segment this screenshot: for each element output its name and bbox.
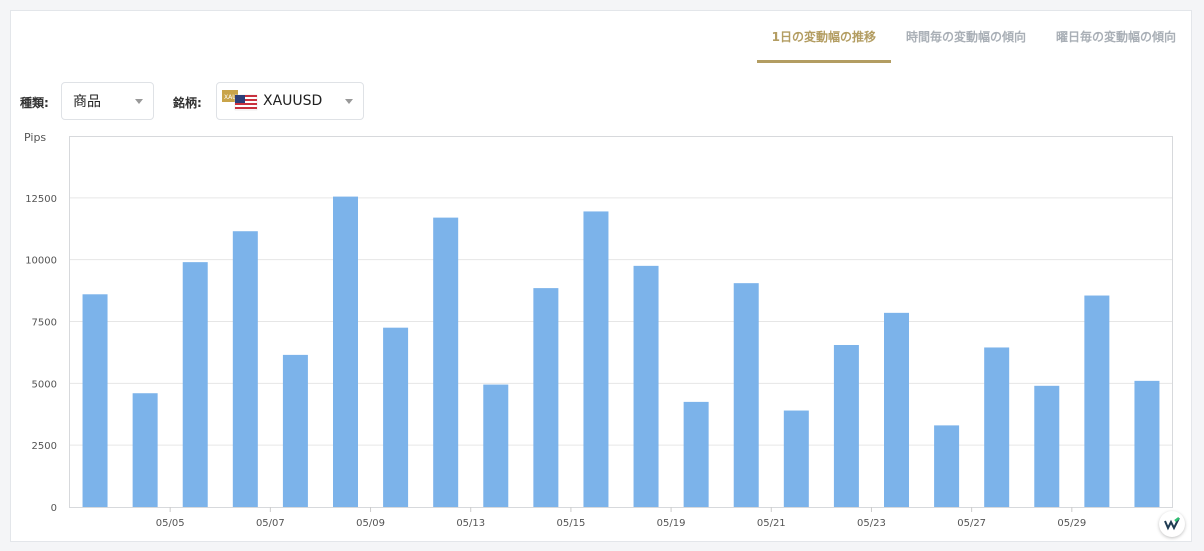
y-tick-label: 5000 xyxy=(32,379,57,390)
y-tick-label: 0 xyxy=(51,503,57,514)
bar-05-12[interactable] xyxy=(433,217,459,507)
bar-05-29[interactable] xyxy=(1084,295,1110,507)
bar-05-21[interactable] xyxy=(783,410,809,507)
bar-05-19[interactable] xyxy=(683,401,709,507)
x-tick-label: 05/15 xyxy=(556,518,585,529)
x-tick-label: 05/13 xyxy=(456,518,485,529)
bar-05-27[interactable] xyxy=(984,347,1010,507)
bar-05-26[interactable] xyxy=(934,425,960,507)
bar-05-14[interactable] xyxy=(533,288,559,507)
bar-05-16[interactable] xyxy=(633,265,659,507)
chart-panel: 1日の変動幅の推移 時間毎の変動幅の傾向 曜日毎の変動幅の傾向 種類: 商品 銘… xyxy=(10,10,1192,542)
bar-05-22[interactable] xyxy=(833,344,859,507)
y-tick-label: 12500 xyxy=(25,194,57,205)
y-tick-label: 2500 xyxy=(32,441,57,452)
bar-05-30[interactable] xyxy=(1134,380,1160,507)
x-tick-label: 05/29 xyxy=(1057,518,1086,529)
x-tick-label: 05/23 xyxy=(857,518,886,529)
bar-05-15[interactable] xyxy=(583,211,609,508)
widget-logo-icon[interactable] xyxy=(1159,511,1185,537)
bar-05-07[interactable] xyxy=(282,354,308,507)
bar-05-20[interactable] xyxy=(733,283,759,507)
bar-05-03[interactable] xyxy=(132,393,158,507)
bar-05-09[interactable] xyxy=(383,327,409,507)
bar-chart: 0 2500 5000 7500 10000 12500 05/05 05/07 05/09 05… xyxy=(25,194,1172,529)
x-tick-label: 05/19 xyxy=(657,518,686,529)
y-tick-label: 7500 xyxy=(32,318,57,329)
bar-05-05[interactable] xyxy=(182,262,208,507)
x-tick-label: 05/21 xyxy=(757,518,786,529)
x-tick-label: 05/09 xyxy=(356,518,385,529)
x-tick-label: 05/27 xyxy=(957,518,986,529)
bar-05-08[interactable] xyxy=(333,196,358,507)
bar-05-23[interactable] xyxy=(884,312,909,507)
bar-05-06[interactable] xyxy=(232,231,258,507)
x-tick-label: 05/07 xyxy=(256,518,285,529)
bar-05-13[interactable] xyxy=(483,384,509,507)
x-tick-label: 05/05 xyxy=(156,518,185,529)
y-tick-label: 10000 xyxy=(25,256,57,267)
bar-05-02[interactable] xyxy=(82,294,108,507)
bar-05-28[interactable] xyxy=(1034,385,1060,507)
